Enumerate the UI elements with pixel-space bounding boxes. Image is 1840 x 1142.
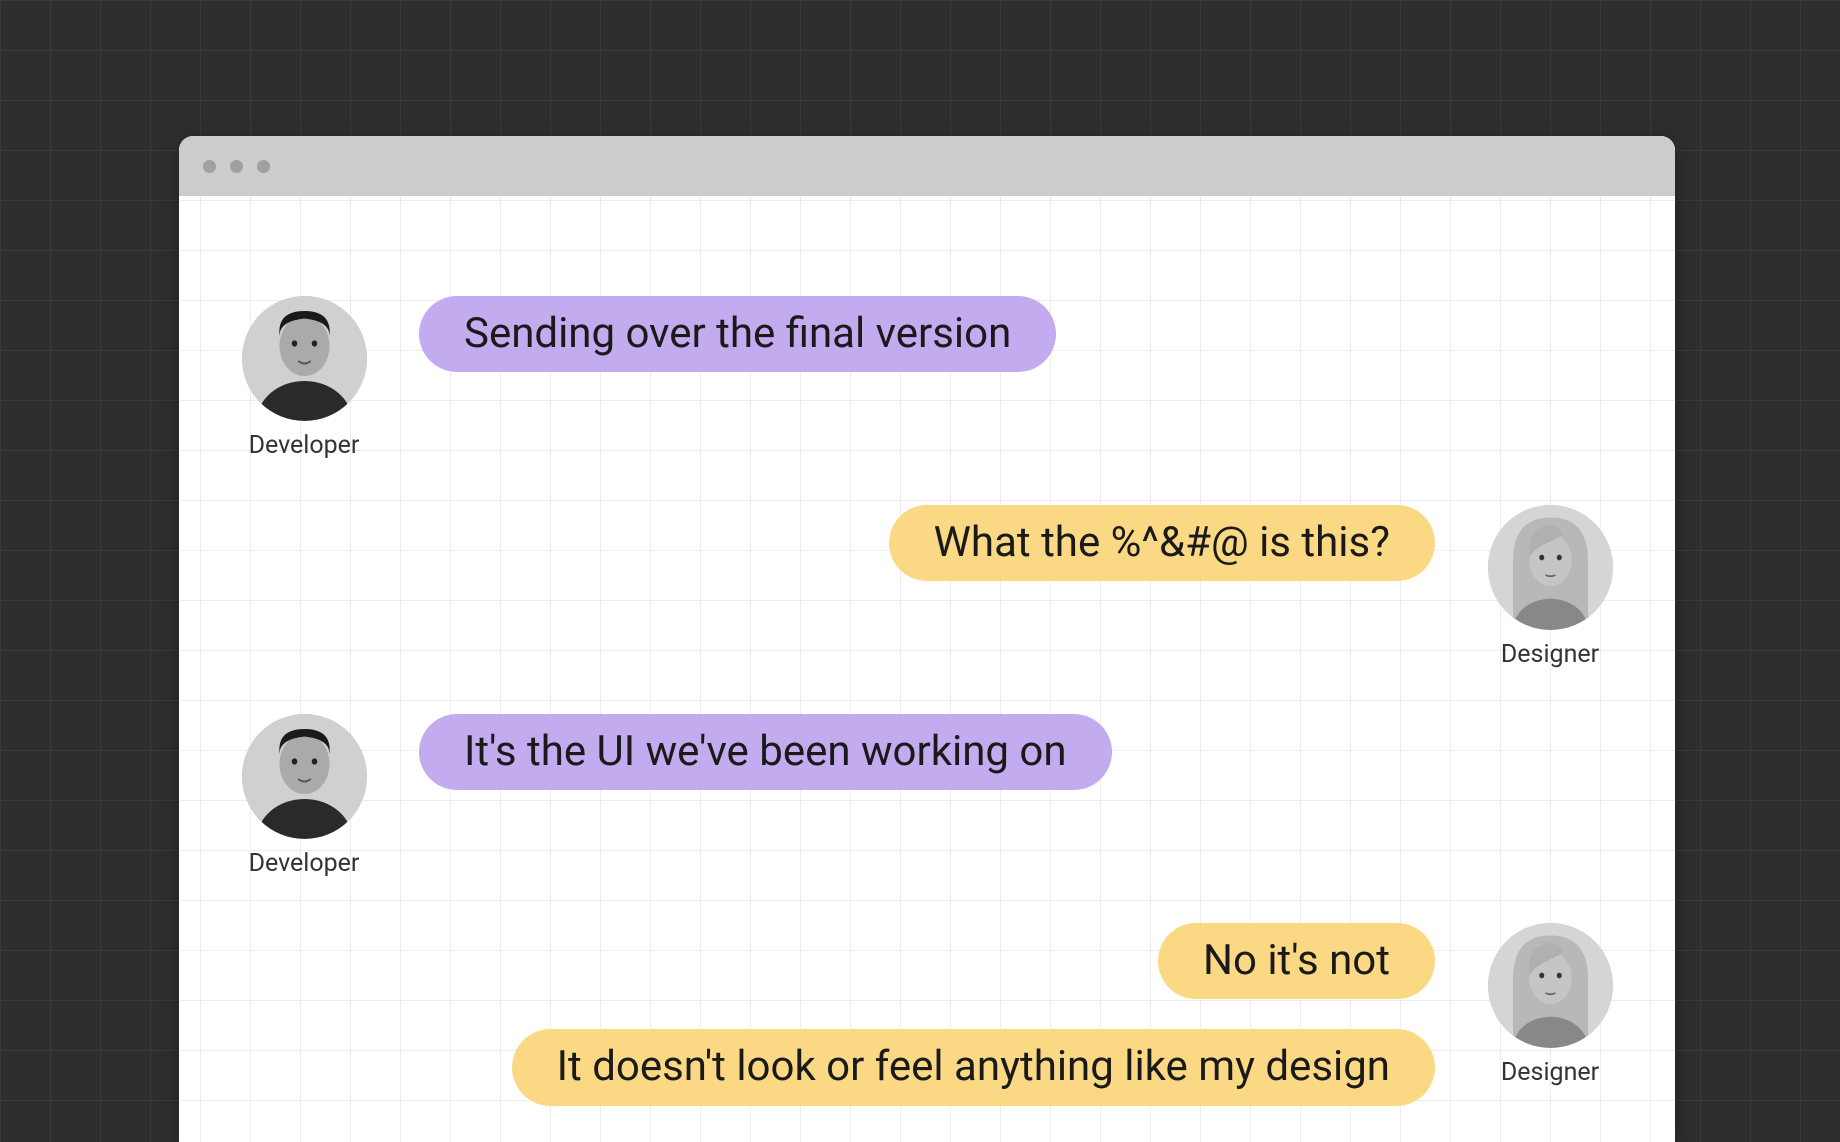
chat-row-developer: Developer Sending over the final version [239, 296, 1615, 460]
browser-window: Developer Sending over the final version [179, 136, 1675, 1142]
avatar-designer [1488, 923, 1613, 1048]
avatar-developer [242, 714, 367, 839]
chat-bubble: It's the UI we've been working on [419, 714, 1112, 790]
avatar-developer [242, 296, 367, 421]
chat-bubble: What the %^&#@ is this? [889, 505, 1435, 581]
chat-bubble: No it's not [1158, 923, 1435, 999]
actor-designer: Designer [1485, 505, 1615, 669]
role-label-developer: Developer [249, 431, 360, 460]
actor-designer: Designer [1485, 923, 1615, 1106]
role-label-designer: Designer [1501, 1058, 1599, 1087]
actor-developer: Developer [239, 714, 369, 878]
chat-bubble: Sending over the final version [419, 296, 1056, 372]
role-label-designer: Designer [1501, 640, 1599, 669]
chat-row-developer: Developer It's the UI we've been working… [239, 714, 1615, 878]
actor-developer: Developer [239, 296, 369, 460]
window-minimize-icon[interactable] [230, 160, 243, 173]
window-close-icon[interactable] [203, 160, 216, 173]
chat-row-designer: Designer What the %^&#@ is this? [239, 505, 1615, 669]
avatar-designer [1488, 505, 1613, 630]
role-label-developer: Developer [249, 849, 360, 878]
window-title-bar [179, 136, 1675, 196]
chat-row-designer: Designer No it's not It doesn't look or … [239, 923, 1615, 1106]
window-maximize-icon[interactable] [257, 160, 270, 173]
chat-bubble: It doesn't look or feel anything like my… [512, 1029, 1435, 1105]
chat-content: Developer Sending over the final version [179, 196, 1675, 1142]
